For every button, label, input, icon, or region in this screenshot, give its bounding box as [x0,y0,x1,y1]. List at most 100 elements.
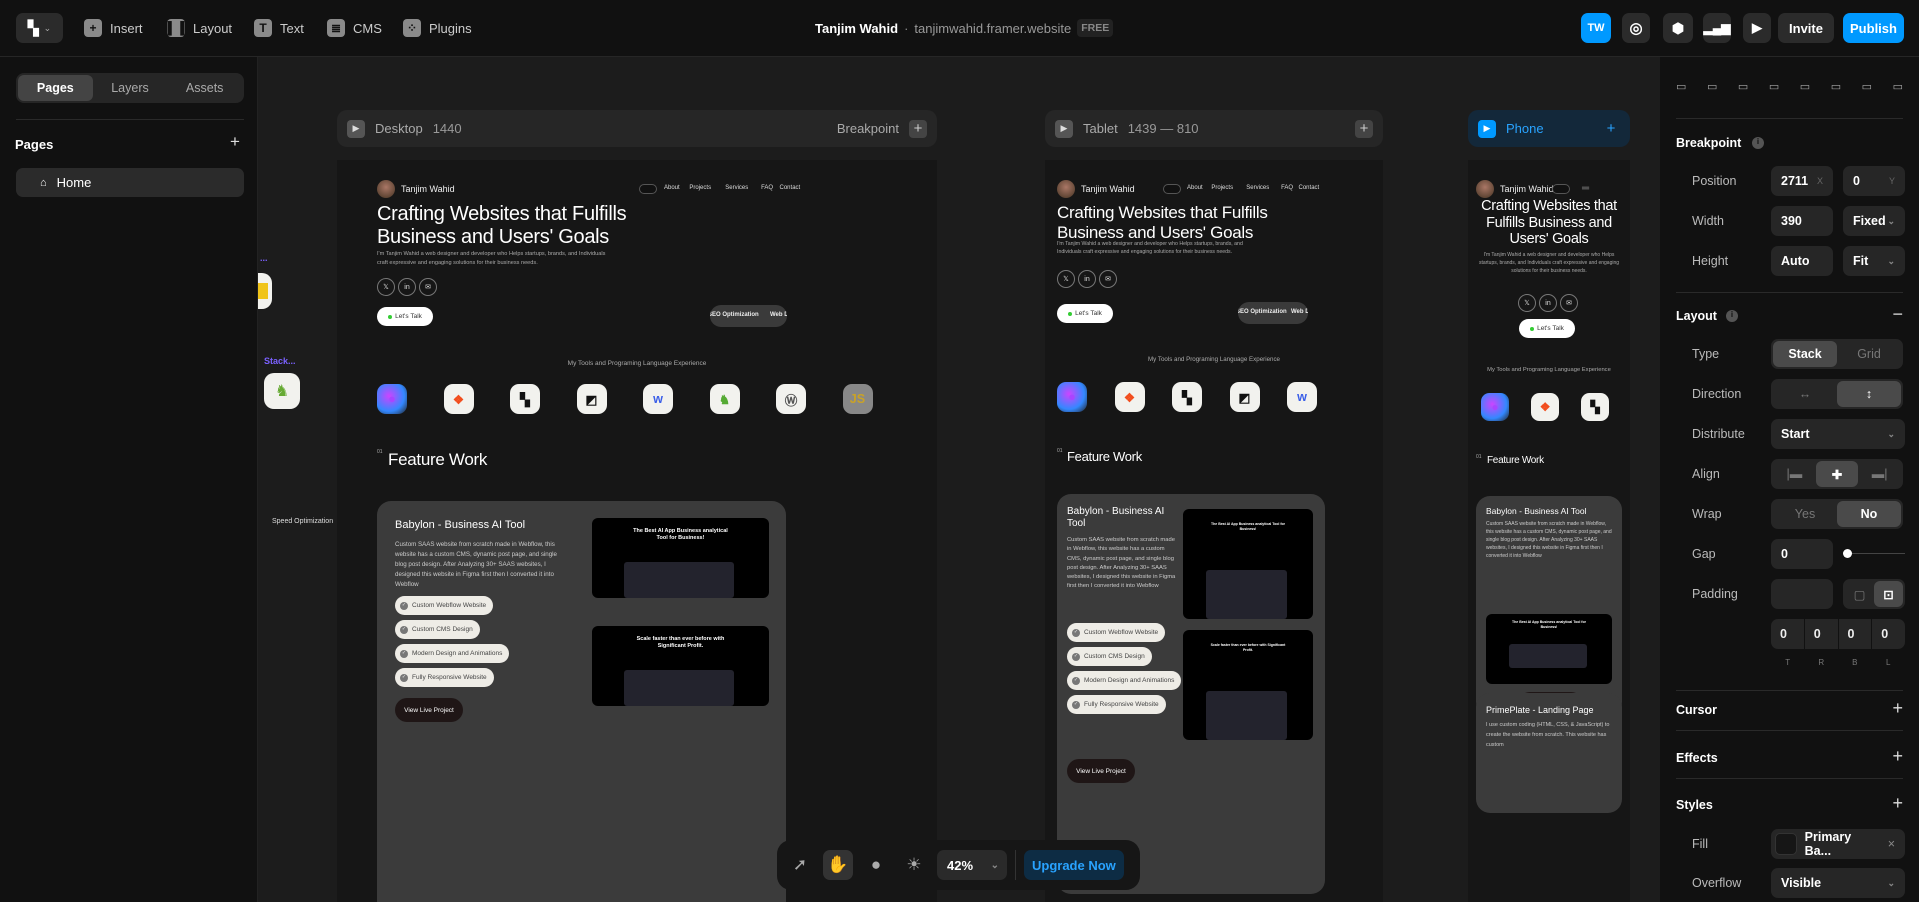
linkedin-icon[interactable]: in [1078,270,1096,288]
x-icon[interactable]: 𝕏 [377,278,395,296]
wrap-yes[interactable]: Yes [1773,501,1837,527]
email-icon[interactable]: ✉ [419,278,437,296]
align-left-icon[interactable]: ▭ [1676,80,1686,96]
theme-toggle[interactable] [639,184,657,194]
x-icon[interactable]: 𝕏 [1518,294,1536,312]
desktop-frame[interactable]: Tanjim Wahid About Projects Services FAQ Cont… [337,160,937,902]
zoom-select[interactable]: 42% ⌄ [937,850,1007,880]
nav-link-contact[interactable]: Contact [780,185,801,191]
view-live-project-button[interactable]: View Live Project [1067,759,1135,783]
nav-link-services[interactable]: Services [725,185,748,191]
distribute-v-icon[interactable]: ▭ [1893,80,1903,96]
nav-link-faq[interactable]: FAQ [761,185,773,191]
menu-insert[interactable]: + Insert [84,16,143,40]
tab-assets[interactable]: Assets [167,75,242,101]
align-bottom-icon[interactable]: ▭ [1831,80,1841,96]
gap-slider[interactable] [1843,549,1905,558]
padding-t-input[interactable]: 0 [1771,619,1804,649]
play-icon[interactable]: ▶ [347,119,365,138]
nav-link-projects[interactable]: Projects [1211,185,1233,191]
settings-icon[interactable]: ⬢ [1663,13,1693,43]
nav-link-projects[interactable]: Projects [689,185,711,191]
play-icon[interactable]: ▶ [1055,119,1073,138]
add-page-icon[interactable]: + [230,132,240,152]
tablet-frame-header[interactable]: ▶ Tablet 1439 — 810 + [1045,110,1383,147]
site-name[interactable]: Tanjim Wahid [1081,184,1135,194]
view-live-project-button[interactable]: View Live Project [395,698,463,722]
width-input[interactable]: 390 [1771,206,1833,236]
nav-link-about[interactable]: About [1187,185,1203,191]
invite-button[interactable]: Invite [1778,13,1834,43]
play-icon[interactable]: ▶ [1478,119,1496,138]
fill-swatch[interactable] [1775,833,1797,855]
position-y-input[interactable]: 0Y [1843,166,1905,196]
padding-b-input[interactable]: 0 [1838,619,1872,649]
email-icon[interactable]: ✉ [1099,270,1117,288]
add-effect-icon[interactable]: + [1892,746,1903,767]
phone-frame[interactable]: Tanjim Wahid ═ Crafting Websites that Fulf… [1468,160,1630,902]
add-breakpoint-icon[interactable]: + [909,119,927,138]
padding-r-input[interactable]: 0 [1804,619,1838,649]
hamburger-menu-icon[interactable]: ═ [1582,183,1589,194]
nav-link-faq[interactable]: FAQ [1281,185,1293,191]
theme-toggle[interactable] [1552,184,1570,194]
menu-plugins[interactable]: ⁘ Plugins [403,16,472,40]
collapse-layout-icon[interactable]: − [1892,304,1903,325]
wrap-no[interactable]: No [1837,501,1901,527]
comment-icon[interactable]: ● [861,850,891,880]
select-tool-icon[interactable]: ➚ [785,850,815,880]
type-grid[interactable]: Grid [1837,341,1901,367]
lets-talk-button[interactable]: Let's Talk [1519,319,1575,338]
tab-pages[interactable]: Pages [18,75,93,101]
site-name[interactable]: Tanjim Wahid [401,184,455,194]
fill-input[interactable]: Primary Ba... × [1771,829,1905,859]
add-cursor-icon[interactable]: + [1892,698,1903,719]
phone-frame-header[interactable]: ▶ Phone + [1468,110,1630,147]
width-mode-select[interactable]: Fixed ⌄ [1843,206,1905,236]
lets-talk-button[interactable]: Let's Talk [1057,304,1113,323]
preview-play-icon[interactable]: ▶ [1743,13,1771,43]
overflow-select[interactable]: Visible ⌄ [1771,868,1905,898]
menu-text[interactable]: T Text [254,16,304,40]
email-icon[interactable]: ✉ [1560,294,1578,312]
lets-talk-button[interactable]: Let's Talk [377,307,433,326]
height-mode-select[interactable]: Fit ⌄ [1843,246,1905,276]
remove-fill-icon[interactable]: × [1888,837,1895,851]
nav-link-services[interactable]: Services [1246,185,1269,191]
linkedin-icon[interactable]: in [398,278,416,296]
project-domain[interactable]: tanjimwahid.framer.website [914,21,1071,36]
height-input[interactable]: Auto [1771,246,1833,276]
sidebar-item-home[interactable]: ⌂ Home [16,168,244,197]
align-h-center-icon[interactable]: ▭ [1707,80,1717,96]
distribute-h-icon[interactable]: ▭ [1862,80,1872,96]
nav-link-contact[interactable]: Contact [1299,185,1320,191]
canvas[interactable]: ... Stack... ♞ Speed Optimization ▶ Desk… [258,57,1660,902]
linkedin-icon[interactable]: in [1539,294,1557,312]
align-end-icon[interactable]: ▬| [1858,461,1901,487]
hand-tool-icon[interactable]: ✋ [823,850,853,880]
add-breakpoint-icon[interactable]: + [1602,120,1620,138]
align-v-center-icon[interactable]: ▭ [1800,80,1810,96]
tab-layers[interactable]: Layers [93,75,168,101]
padding-input[interactable] [1771,579,1833,609]
add-style-icon[interactable]: + [1892,793,1903,814]
avatar[interactable]: TW [1581,13,1611,43]
slider-handle[interactable] [1843,549,1852,558]
site-name[interactable]: Tanjim Wahid [1500,184,1554,194]
project-title[interactable]: Tanjim Wahid · tanjimwahid.framer.websit… [815,19,1114,37]
type-stack[interactable]: Stack [1773,341,1837,367]
add-breakpoint-icon[interactable]: + [1355,119,1373,138]
padding-uniform-icon[interactable]: ▢ [1845,581,1874,607]
position-x-input[interactable]: 2711 X [1771,166,1833,196]
distribute-select[interactable]: Start ⌄ [1771,419,1905,449]
framer-menu-button[interactable]: ▚ ⌄ [16,13,63,43]
align-right-icon[interactable]: ▭ [1738,80,1748,96]
padding-individual-icon[interactable]: ⊡ [1874,581,1903,607]
publish-button[interactable]: Publish [1843,13,1904,43]
tablet-frame[interactable]: Tanjim Wahid About Projects Services FAQ Cont… [1045,160,1383,902]
x-icon[interactable]: 𝕏 [1057,270,1075,288]
globe-icon[interactable]: ◎ [1622,13,1650,43]
gap-input[interactable]: 0 [1771,539,1833,569]
menu-cms[interactable]: ≣ CMS [327,16,382,40]
align-center-icon[interactable]: ✚ [1815,461,1859,487]
